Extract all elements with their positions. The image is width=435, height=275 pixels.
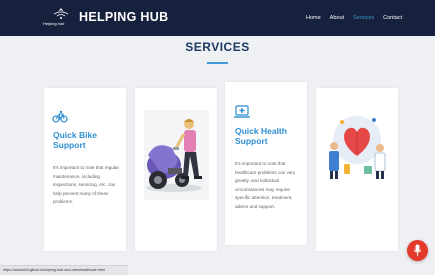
title-underline	[207, 62, 228, 64]
service-card-health-image[interactable]	[316, 88, 398, 251]
mic-icon	[413, 244, 422, 256]
brand-tagline: Helping hub	[43, 21, 65, 26]
nav-contact[interactable]: Contact	[383, 15, 402, 21]
service-card-bike[interactable]: Quick Bike Support It's important to not…	[44, 88, 126, 251]
card-title: Quick Bike Support	[53, 130, 97, 150]
doctors-with-heart-illustration	[320, 108, 395, 183]
nav-services[interactable]: Services	[353, 15, 374, 21]
person-repairing-motorbike-illustration	[144, 110, 209, 200]
medical-laptop-icon	[234, 105, 250, 118]
brand-title: HELPING HUB	[79, 10, 169, 24]
brand-logo[interactable]: Helping hub HELPING HUB	[40, 6, 190, 32]
top-navbar: Helping hub HELPING HUB Home About Servi…	[0, 0, 435, 36]
card-description: It's important to note that healthcare p…	[235, 161, 296, 209]
status-url-bar: https://ancichhill.github.io/helping-hub…	[0, 265, 128, 275]
nav-about[interactable]: About	[330, 15, 344, 21]
nav-home[interactable]: Home	[306, 15, 321, 21]
bicycle-icon	[52, 110, 68, 123]
main-nav: Home About Services Contact	[306, 15, 411, 21]
card-description: It's important to note that regular main…	[53, 165, 119, 204]
service-card-health[interactable]: Quick Health Support It's important to n…	[225, 82, 307, 245]
voice-assistant-button[interactable]	[407, 240, 428, 261]
service-card-bike-image[interactable]	[135, 88, 217, 251]
card-title: Quick Health Support	[235, 126, 287, 146]
section-title: SERVICES	[185, 40, 250, 54]
logo-icon	[53, 8, 69, 19]
